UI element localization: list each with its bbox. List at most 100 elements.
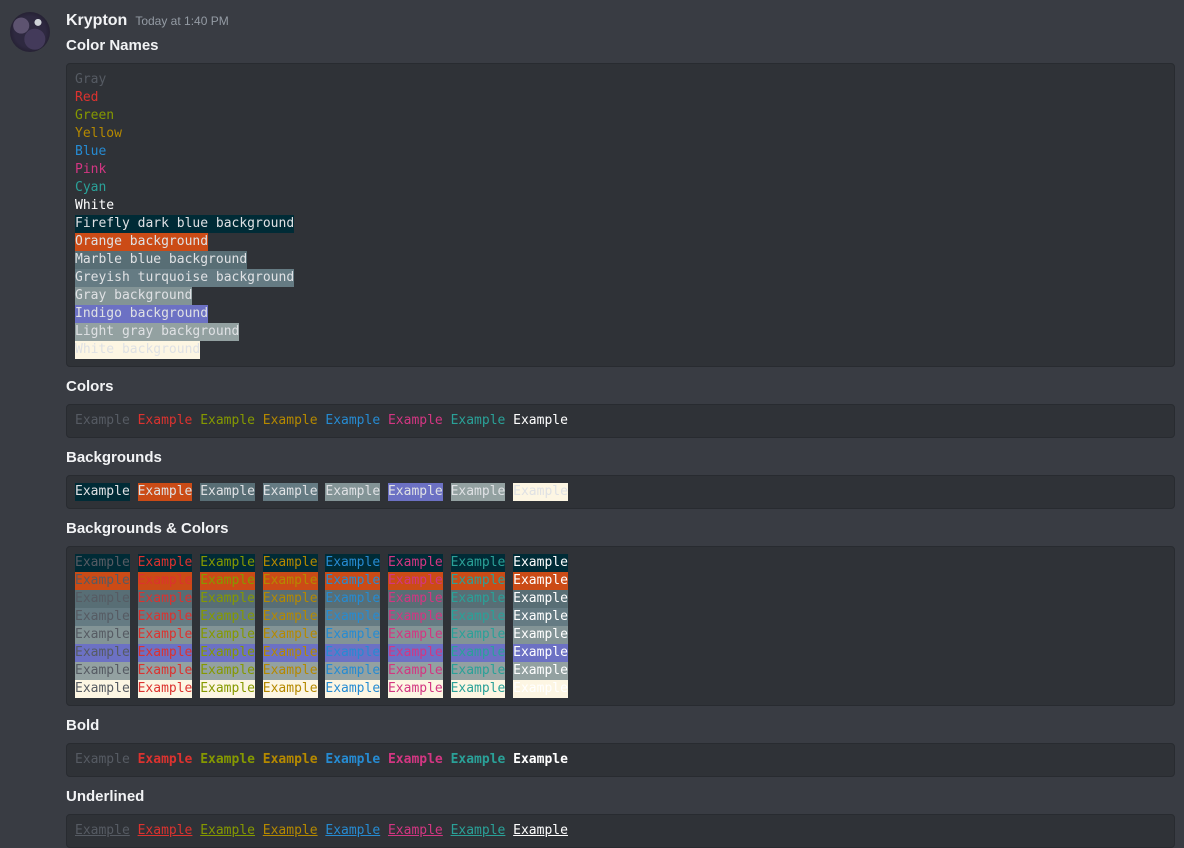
ansi-bg-firefly-dark-blue: Example (75, 483, 130, 501)
ansi-name-cyan: Cyan (75, 179, 106, 197)
ansi-underline-white: Example (513, 822, 568, 840)
ansi-cell-orange-white: Example (513, 572, 568, 590)
user-avatar[interactable] (10, 12, 50, 52)
ansi-fg-pink: Example (388, 412, 443, 430)
ansi-underline-gray: Example (75, 822, 130, 840)
codeblock-grid: ExampleExampleExampleExampleExampleExamp… (66, 546, 1175, 706)
ansi-cell-firefly-dark-blue-cyan: Example (451, 554, 506, 572)
ansi-name-bg-white: White background (75, 341, 200, 359)
section-title-bold: Bold (66, 716, 1175, 735)
ansi-cell-greyish-turquoise-blue: Example (325, 608, 380, 626)
ansi-cell-firefly-dark-blue-green: Example (200, 554, 255, 572)
codeblock-color-names: GrayRedGreenYellowBluePinkCyanWhiteFiref… (66, 63, 1175, 367)
code-line: ExampleExampleExampleExampleExampleExamp… (75, 662, 1166, 680)
ansi-cell-greyish-turquoise-pink: Example (388, 608, 443, 626)
ansi-cell-greyish-turquoise-red: Example (138, 608, 193, 626)
code-line: Yellow (75, 125, 1166, 143)
ansi-cell-indigo-white: Example (513, 644, 568, 662)
ansi-cell-firefly-dark-blue-white: Example (513, 554, 568, 572)
ansi-bg-greyish-turquoise: Example (263, 483, 318, 501)
ansi-underline-yellow: Example (263, 822, 318, 840)
ansi-bold-white: Example (513, 751, 568, 769)
message-content: Krypton Today at 1:40 PM Color Names Gra… (66, 12, 1175, 848)
codeblock-bold: Example Example Example Example Example Examp… (66, 743, 1175, 777)
section-title-backgrounds: Backgrounds (66, 448, 1175, 467)
ansi-cell-orange-red: Example (138, 572, 193, 590)
ansi-cell-firefly-dark-blue-gray: Example (75, 554, 130, 572)
ansi-cell-marble-blue-red: Example (138, 590, 193, 608)
ansi-cell-gray-pink: Example (388, 626, 443, 644)
ansi-bg-orange: Example (138, 483, 193, 501)
code-line: Orange background (75, 233, 1166, 251)
ansi-cell-firefly-dark-blue-yellow: Example (263, 554, 318, 572)
ansi-cell-orange-blue: Example (325, 572, 380, 590)
code-line: Example Example Example Example Example Examp… (75, 822, 1166, 840)
ansi-cell-marble-blue-blue: Example (325, 590, 380, 608)
timestamp: Today at 1:40 PM (135, 14, 228, 28)
ansi-name-bg-indigo: Indigo background (75, 305, 208, 323)
code-line: White (75, 197, 1166, 215)
code-line: Red (75, 89, 1166, 107)
ansi-underline-pink: Example (388, 822, 443, 840)
code-line: Light gray background (75, 323, 1166, 341)
ansi-cell-gray-green: Example (200, 626, 255, 644)
ansi-cell-gray-blue: Example (325, 626, 380, 644)
ansi-cell-marble-blue-gray: Example (75, 590, 130, 608)
ansi-name-bg-firefly-dark-blue: Firefly dark blue background (75, 215, 294, 233)
ansi-fg-cyan: Example (451, 412, 506, 430)
ansi-cell-indigo-green: Example (200, 644, 255, 662)
ansi-bold-yellow: Example (263, 751, 318, 769)
ansi-cell-marble-blue-cyan: Example (451, 590, 506, 608)
ansi-underline-red: Example (138, 822, 193, 840)
ansi-name-bg-marble-blue: Marble blue background (75, 251, 247, 269)
ansi-cell-light-gray-green: Example (200, 662, 255, 680)
ansi-cell-white-cyan: Example (451, 680, 506, 698)
ansi-cell-greyish-turquoise-yellow: Example (263, 608, 318, 626)
ansi-cell-marble-blue-yellow: Example (263, 590, 318, 608)
ansi-name-white: White (75, 197, 114, 215)
chat-message: Krypton Today at 1:40 PM Color Names Gra… (0, 0, 1184, 848)
username[interactable]: Krypton (66, 12, 127, 30)
ansi-cell-gray-cyan: Example (451, 626, 506, 644)
ansi-bold-pink: Example (388, 751, 443, 769)
ansi-cell-firefly-dark-blue-blue: Example (325, 554, 380, 572)
ansi-bold-green: Example (200, 751, 255, 769)
code-line: Greyish turquoise background (75, 269, 1166, 287)
ansi-fg-green: Example (200, 412, 255, 430)
code-line: ExampleExampleExampleExampleExampleExamp… (75, 644, 1166, 662)
ansi-cell-indigo-pink: Example (388, 644, 443, 662)
ansi-cell-indigo-red: Example (138, 644, 193, 662)
message-meta: Krypton Today at 1:40 PM (66, 12, 1175, 34)
ansi-bold-blue: Example (325, 751, 380, 769)
code-line: Blue (75, 143, 1166, 161)
ansi-cell-light-gray-red: Example (138, 662, 193, 680)
ansi-bold-cyan: Example (451, 751, 506, 769)
ansi-cell-orange-gray: Example (75, 572, 130, 590)
ansi-underline-green: Example (200, 822, 255, 840)
ansi-cell-light-gray-pink: Example (388, 662, 443, 680)
ansi-cell-light-gray-cyan: Example (451, 662, 506, 680)
ansi-cell-light-gray-blue: Example (325, 662, 380, 680)
ansi-cell-firefly-dark-blue-red: Example (138, 554, 193, 572)
ansi-fg-white: Example (513, 412, 568, 430)
ansi-fg-blue: Example (325, 412, 380, 430)
code-line: Cyan (75, 179, 1166, 197)
ansi-cell-greyish-turquoise-green: Example (200, 608, 255, 626)
ansi-name-bg-gray: Gray background (75, 287, 192, 305)
ansi-bold-gray: Example (75, 751, 130, 769)
code-line: ExampleExampleExampleExampleExampleExamp… (75, 590, 1166, 608)
codeblock-underlined: Example Example Example Example Example Examp… (66, 814, 1175, 848)
ansi-cell-indigo-yellow: Example (263, 644, 318, 662)
ansi-name-pink: Pink (75, 161, 106, 179)
ansi-cell-gray-red: Example (138, 626, 193, 644)
codeblock-colors: ExampleExampleExampleExampleExampleExamp… (66, 404, 1175, 438)
ansi-name-gray: Gray (75, 71, 106, 89)
code-line: ExampleExampleExampleExampleExampleExamp… (75, 483, 1166, 501)
code-line: Example Example Example Example Example Examp… (75, 751, 1166, 769)
code-line: ExampleExampleExampleExampleExampleExamp… (75, 680, 1166, 698)
ansi-cell-greyish-turquoise-white: Example (513, 608, 568, 626)
ansi-name-yellow: Yellow (75, 125, 122, 143)
ansi-cell-white-gray: Example (75, 680, 130, 698)
code-line: ExampleExampleExampleExampleExampleExamp… (75, 572, 1166, 590)
ansi-bg-marble-blue: Example (200, 483, 255, 501)
